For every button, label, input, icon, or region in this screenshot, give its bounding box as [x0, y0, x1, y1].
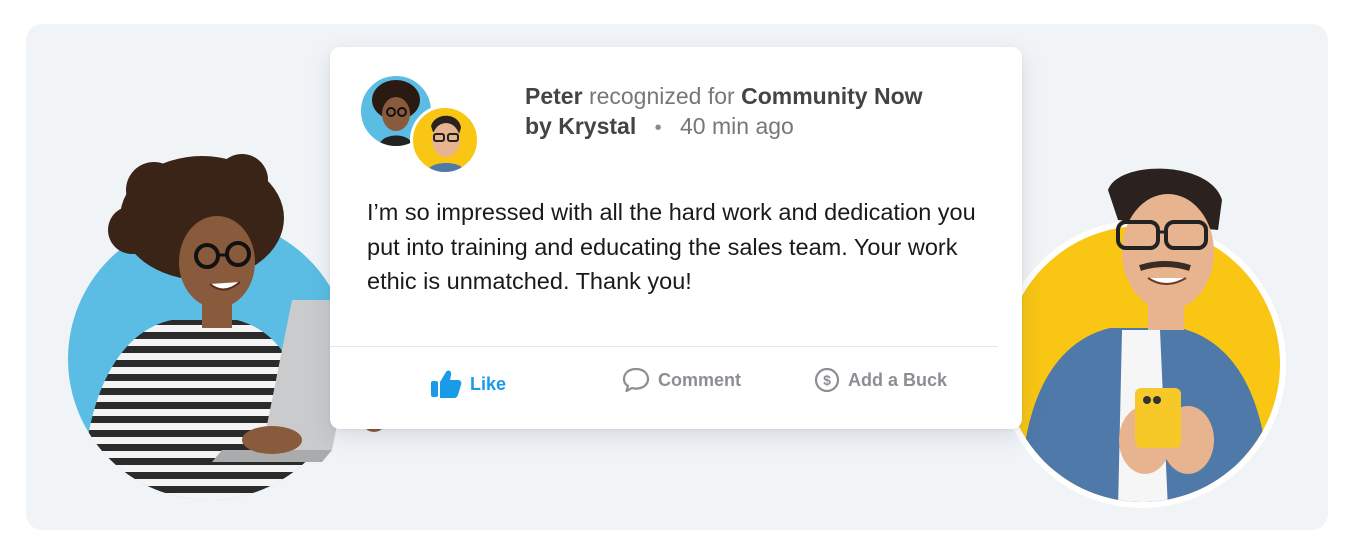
- svg-text:$: $: [823, 372, 831, 388]
- recognition-message: I’m so impressed with all the hard work …: [367, 199, 976, 294]
- separator-dot: •: [654, 117, 662, 139]
- recipient-name[interactable]: Peter: [525, 83, 583, 109]
- avatar-peter[interactable]: [410, 105, 480, 175]
- like-label: Like: [470, 373, 507, 394]
- sender-name[interactable]: by Krystal: [525, 113, 636, 139]
- timestamp: 40 min ago: [680, 113, 794, 139]
- recognized-for-text: recognized for: [588, 83, 735, 109]
- post-actions: Like Comment $ Add a Buck: [330, 367, 1022, 407]
- dollar-coin-icon: $: [814, 367, 840, 393]
- man-with-phone-illustration: [1020, 168, 1270, 502]
- add-a-buck-button[interactable]: $ Add a Buck: [814, 367, 947, 393]
- post-header: Peter recognized for Community Now by Kr…: [525, 81, 923, 143]
- award-name[interactable]: Community Now: [741, 83, 922, 109]
- comment-label: Comment: [658, 369, 742, 390]
- divider: [330, 346, 998, 347]
- thumbs-up-icon: [431, 370, 462, 398]
- avatar-group: [358, 73, 484, 177]
- add-a-buck-label: Add a Buck: [848, 369, 948, 390]
- comment-button[interactable]: Comment: [622, 367, 741, 393]
- recognition-card: Peter recognized for Community Now by Kr…: [330, 47, 1022, 429]
- comment-bubble-icon: [622, 367, 650, 393]
- like-button[interactable]: Like: [430, 369, 506, 399]
